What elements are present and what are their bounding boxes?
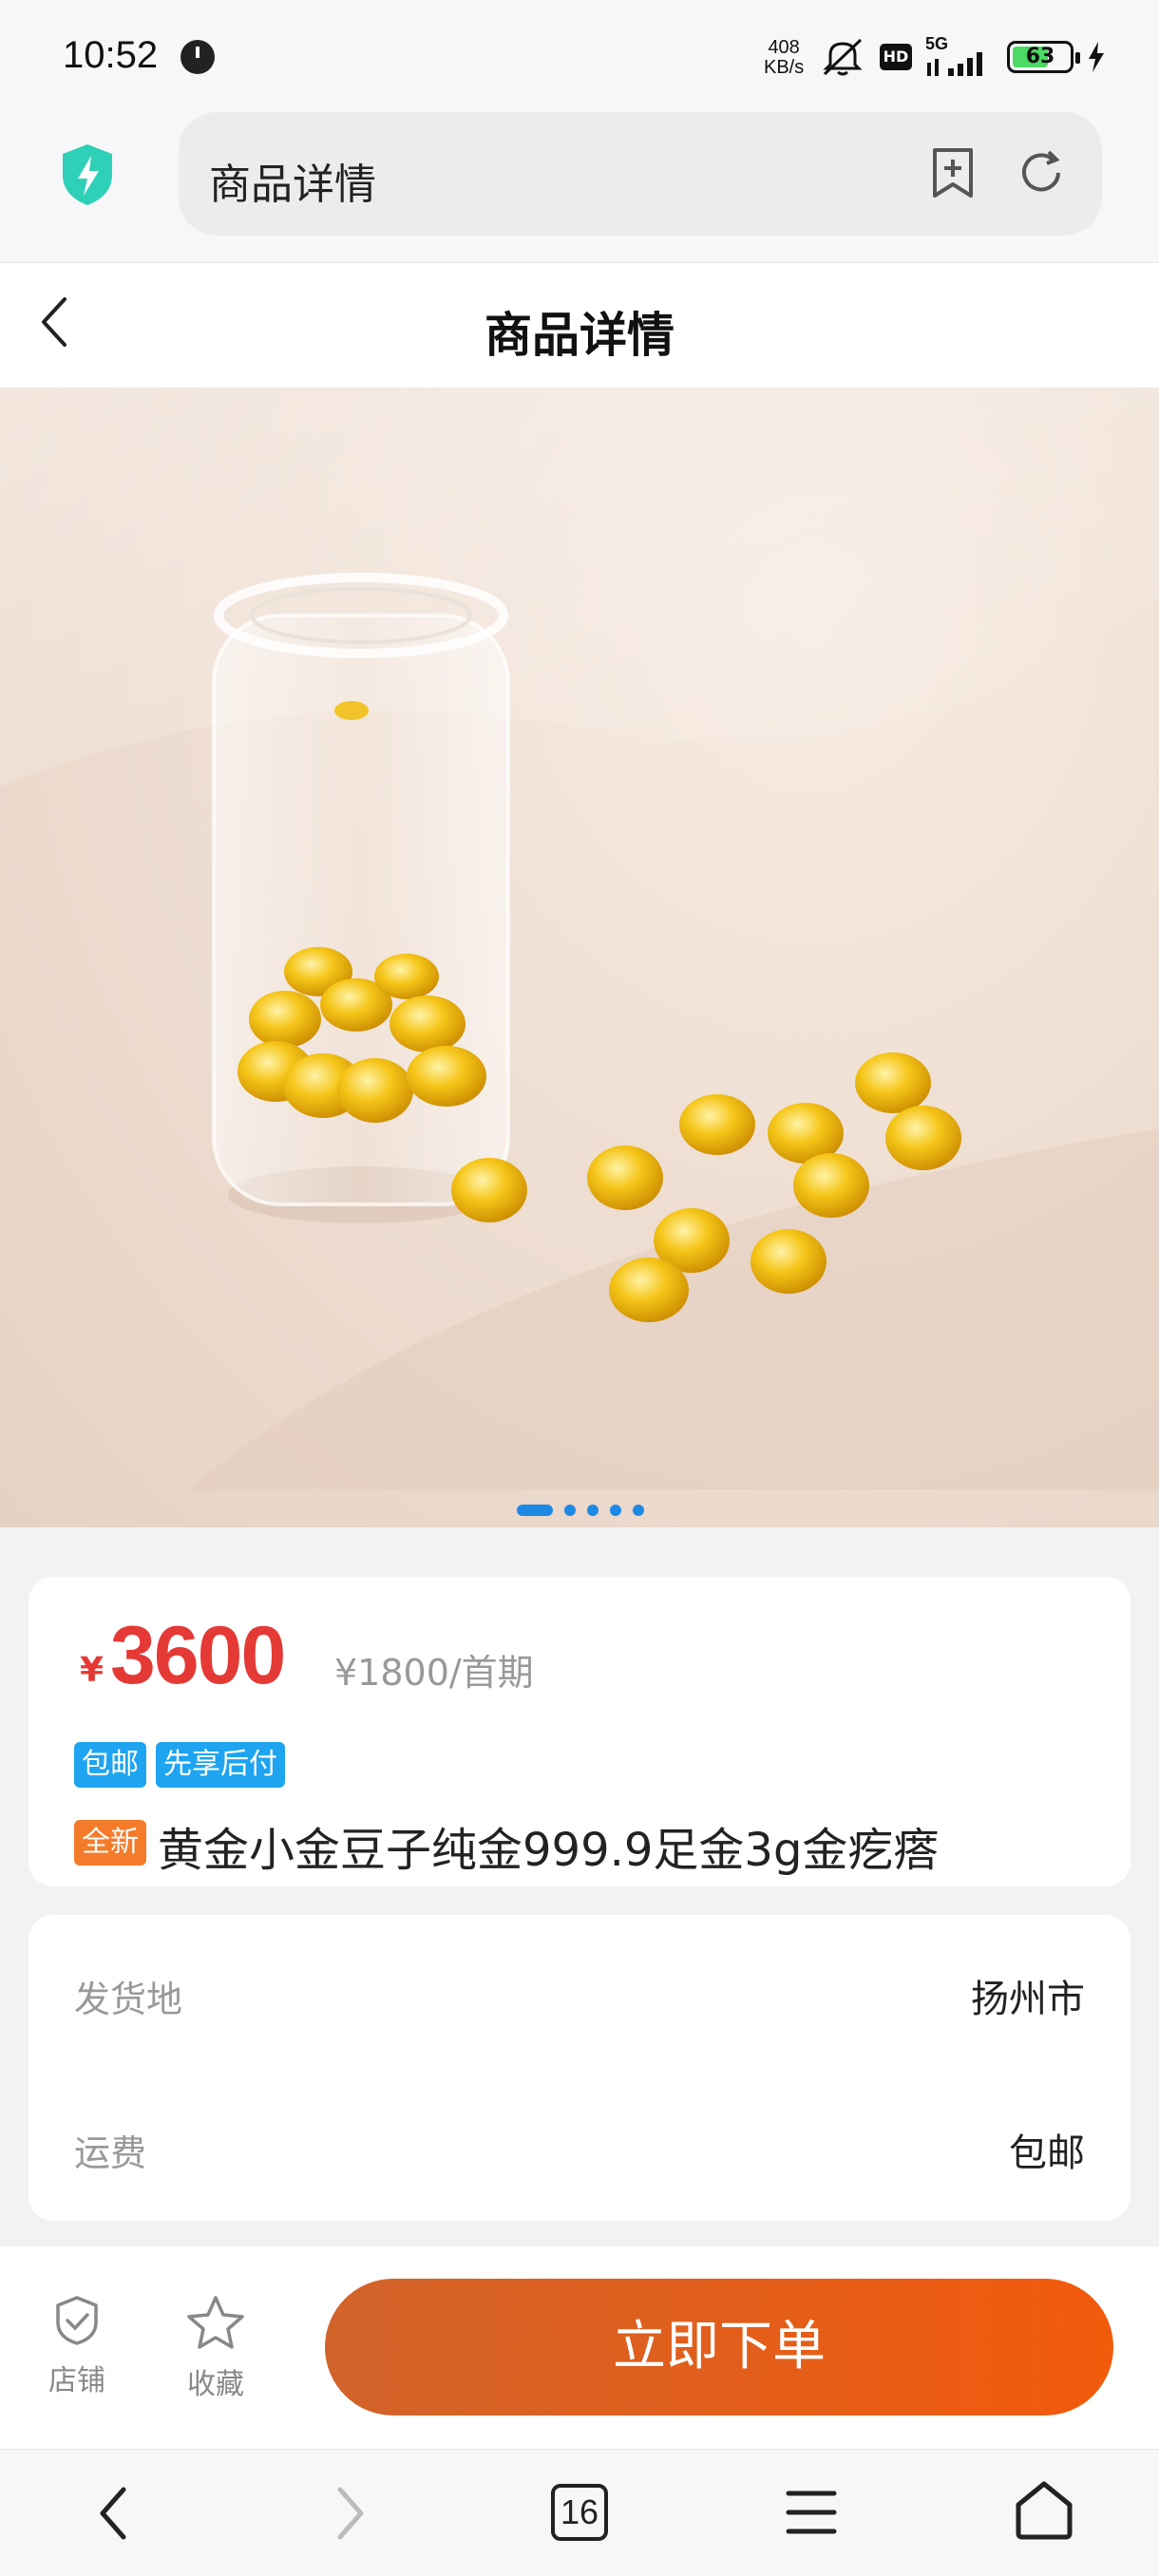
product-title: 黄金小金豆子纯金999.9足金3g金疙瘩 bbox=[158, 1824, 940, 1877]
product-photo bbox=[0, 388, 1159, 1489]
battery-level: 63 bbox=[1025, 45, 1055, 68]
battery-indicator: 63 bbox=[1007, 41, 1080, 73]
favorite-button[interactable]: 收藏 bbox=[173, 2294, 258, 2402]
carousel-indicator bbox=[0, 1499, 1159, 1518]
product-price: 3600 bbox=[110, 1610, 286, 1701]
security-shield-icon[interactable] bbox=[59, 142, 116, 207]
browser-nav-bar: 16 bbox=[0, 2449, 1159, 2576]
origin-label: 发货地 bbox=[74, 1979, 183, 2020]
shipping-card: 发货地 扬州市 运费 包邮 bbox=[28, 1915, 1130, 2221]
condition-badge: 全新 bbox=[74, 1820, 146, 1866]
carousel-dot[interactable] bbox=[633, 1505, 644, 1516]
carousel-dot[interactable] bbox=[610, 1505, 621, 1516]
address-bar-title: 商品详情 bbox=[209, 161, 376, 209]
menu-icon[interactable] bbox=[785, 2488, 838, 2537]
signal-bars-icon bbox=[927, 52, 982, 76]
browser-bar: 商品详情 bbox=[0, 112, 1159, 262]
charging-icon bbox=[1089, 42, 1104, 72]
nav-back-icon[interactable] bbox=[91, 2482, 135, 2545]
network-speed: 408 KB/s bbox=[764, 38, 804, 78]
network-speed-unit: KB/s bbox=[764, 57, 805, 78]
shop-label: 店铺 bbox=[48, 2364, 105, 2397]
product-image-carousel[interactable] bbox=[0, 388, 1159, 1527]
hd-badge: HD bbox=[880, 44, 912, 70]
origin-value: 扬州市 bbox=[971, 1978, 1085, 2021]
shipping-fee-label: 运费 bbox=[74, 2132, 147, 2174]
reload-icon[interactable] bbox=[1015, 146, 1068, 199]
carousel-dot[interactable] bbox=[517, 1505, 553, 1516]
bottom-action-bar: 店铺 收藏 立即下单 bbox=[0, 2245, 1159, 2449]
shop-shield-icon bbox=[56, 2296, 98, 2345]
network-speed-value: 408 bbox=[768, 37, 800, 58]
shipping-fee-value: 包邮 bbox=[1009, 2131, 1085, 2175]
status-time: 10:52 bbox=[63, 34, 159, 76]
tabs-count-button[interactable]: 16 bbox=[551, 2484, 608, 2541]
clock-icon bbox=[180, 40, 215, 74]
home-icon[interactable] bbox=[1013, 2478, 1075, 2541]
installment-price: ¥1800/首期 bbox=[334, 1652, 534, 1694]
carousel-dot[interactable] bbox=[564, 1505, 576, 1516]
mute-icon bbox=[823, 38, 863, 76]
star-icon bbox=[187, 2296, 244, 2349]
currency-symbol: ¥ bbox=[80, 1651, 104, 1690]
price-card: ¥ 3600 ¥1800/首期 包邮 先享后付 全新 黄金小金豆子纯金999.9… bbox=[28, 1577, 1130, 1886]
status-bar: 10:52 408 KB/s HD 5G 63 bbox=[0, 0, 1159, 112]
shop-button[interactable]: 店铺 bbox=[34, 2294, 120, 2398]
carousel-dot[interactable] bbox=[587, 1505, 598, 1516]
favorite-label: 收藏 bbox=[187, 2368, 244, 2401]
nav-forward-icon[interactable] bbox=[329, 2482, 372, 2545]
free-shipping-badge: 包邮 bbox=[74, 1742, 146, 1788]
page-header: 商品详情 bbox=[0, 262, 1159, 388]
pay-later-badge: 先享后付 bbox=[156, 1742, 285, 1788]
address-bar[interactable]: 商品详情 bbox=[179, 112, 1102, 236]
page-title: 商品详情 bbox=[484, 308, 674, 363]
buy-now-button[interactable]: 立即下单 bbox=[325, 2279, 1113, 2415]
add-bookmark-icon[interactable] bbox=[929, 146, 977, 199]
